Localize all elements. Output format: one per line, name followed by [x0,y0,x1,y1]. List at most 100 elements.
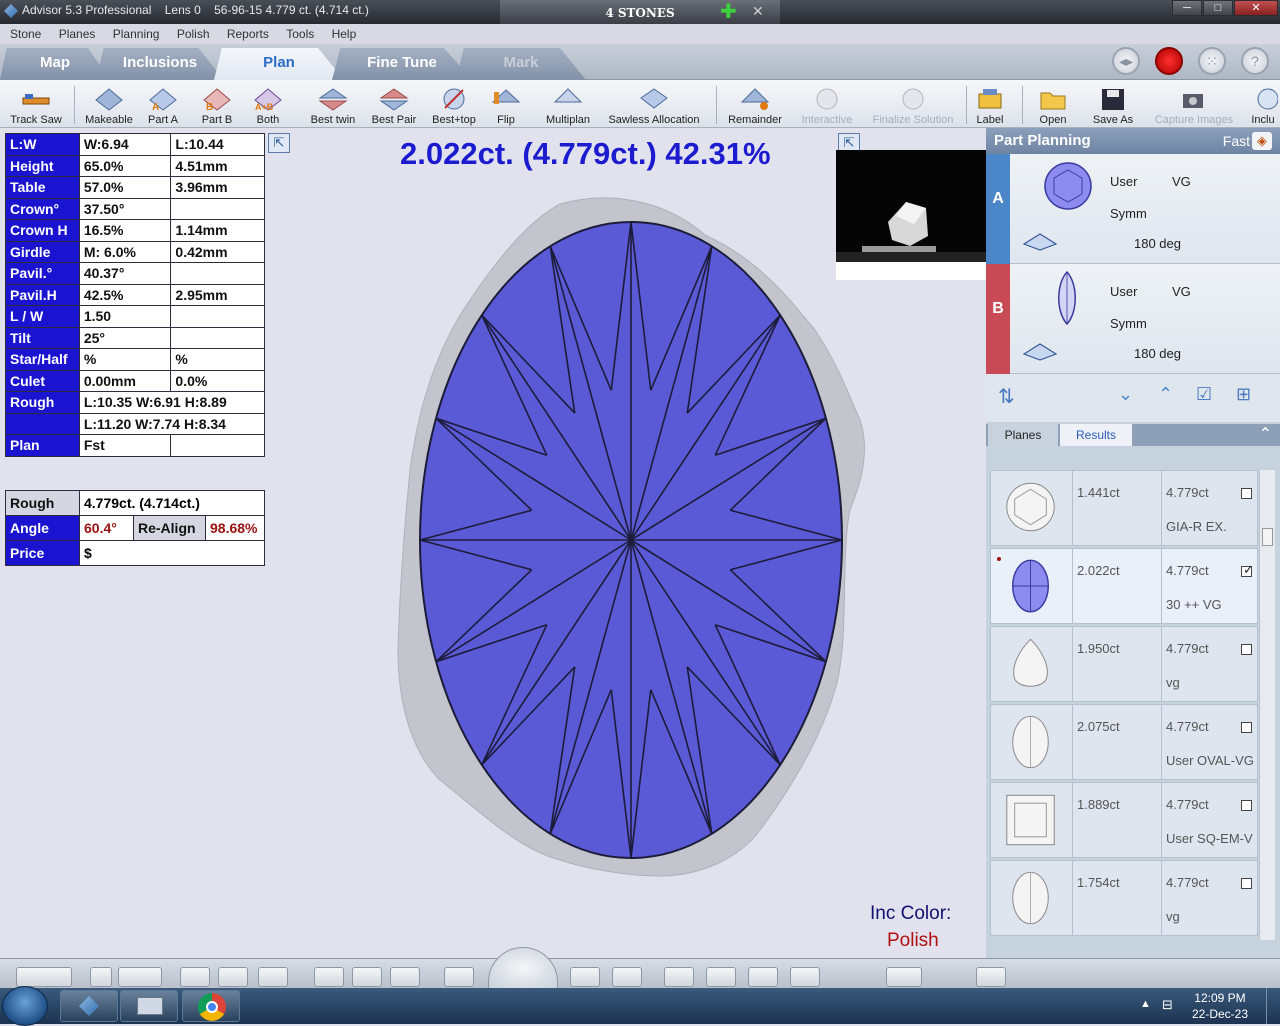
navigate-icon[interactable]: ◂▸ [1112,47,1140,75]
finalize-solution-button[interactable]: Finalize Solution [864,80,962,128]
best-twin-button[interactable]: Best twin [304,80,362,128]
part-b-row[interactable]: B User VG Symm 180 deg [986,264,1280,374]
network-icon[interactable]: ⊟ [1162,997,1173,1013]
result-checkbox[interactable] [1241,722,1252,733]
param-key [5,412,80,435]
checklist-icon[interactable]: ☑ [1196,384,1212,405]
track-saw-button[interactable]: Track Saw [2,80,70,128]
capture-images-button[interactable]: Capture Images [1146,80,1242,128]
save-as-button[interactable]: Save As [1088,80,1138,128]
flip-button[interactable]: Flip [486,80,526,128]
menu-planes[interactable]: Planes [59,24,96,44]
render-1-icon[interactable] [664,967,694,987]
tab-mark[interactable]: Mark [456,48,586,80]
result-item[interactable]: 1.754ct 4.779ct vg [990,860,1258,936]
start-button[interactable] [2,986,48,1026]
menu-planning[interactable]: Planning [113,24,160,44]
part-b-button[interactable]: B Part B [194,80,240,128]
results-scrollbar[interactable] [1259,470,1275,940]
inclusions-button[interactable]: Inclu [1246,80,1280,128]
result-checkbox[interactable] [1241,488,1252,499]
grid-settings-icon[interactable]: ⁙ [1198,47,1226,75]
chevron-down-icon[interactable]: ⌄ [1118,384,1133,405]
minimize-button[interactable]: ─ [1172,0,1202,16]
system-clock[interactable]: 12:09 PM 22-Dec-23 [1192,990,1248,1022]
part-a-row[interactable]: A User VG Symm 180 deg [986,154,1280,264]
result-checkbox[interactable] [1241,644,1252,655]
record-button[interactable] [1155,47,1183,75]
param-value: 1.50 [78,305,172,328]
collapse-icon[interactable]: ⌃ [1259,424,1272,446]
sort-az-icon[interactable]: ⇅ [998,384,1015,409]
taskbar-chrome-icon[interactable] [182,990,240,1022]
part-a-button[interactable]: A Part A [140,80,186,128]
stone-view-button[interactable] [16,967,72,987]
add-stone-icon[interactable]: ✚ [720,2,737,22]
result-checkbox[interactable]: ✓ [1241,562,1254,577]
taskbar-advisor-icon[interactable] [60,990,118,1022]
help-icon[interactable]: ? [1241,47,1269,75]
result-item[interactable]: 1.950ct 4.779ct vg [990,626,1258,702]
price-label: Price [5,540,80,566]
planning-mode[interactable]: Fast [1223,128,1250,154]
result-item[interactable]: 1.889ct 4.779ct User SQ-EM-V [990,782,1258,858]
tab-inclusions[interactable]: Inclusions [96,48,224,80]
popout-icon[interactable]: ⇱ [268,133,290,153]
best-top-button[interactable]: Best+top [426,80,482,128]
tab-plan[interactable]: Plan [214,48,344,80]
stone-view[interactable] [396,190,872,880]
menu-stone[interactable]: Stone [10,24,41,44]
taskbar-remote-icon[interactable] [120,990,178,1022]
render-4-icon[interactable] [790,967,820,987]
home-view-icon[interactable] [976,967,1006,987]
result-item[interactable]: 2.075ct 4.779ct User OVAL-VG [990,704,1258,780]
shape-view-1-icon[interactable] [314,967,344,987]
fast-mode-icon[interactable]: ◈ [1252,132,1272,150]
interactive-button[interactable]: Interactive [794,80,860,128]
maximize-button[interactable]: □ [1203,0,1233,16]
menu-reports[interactable]: Reports [227,24,269,44]
menu-help[interactable]: Help [332,24,357,44]
close-window-button[interactable]: ✕ [1234,0,1278,16]
expand-grid-icon[interactable]: ⊞ [1236,384,1251,405]
result-item[interactable]: 1.441ct 4.779ct GIA-R EX. [990,470,1258,546]
reset-view-icon[interactable] [886,967,922,987]
tab-planes[interactable]: Planes [988,424,1058,446]
shape-view-2-icon[interactable] [352,967,382,987]
round-view-icon[interactable] [180,967,210,987]
top-view-icon[interactable] [258,967,288,987]
result-checkbox[interactable] [1241,878,1252,889]
tab-results[interactable]: Results [1060,424,1132,446]
tab-map[interactable]: Map [0,48,110,80]
multiplan-button[interactable]: Multiplan [540,80,596,128]
label-button[interactable]: Label [970,80,1010,128]
result-checkbox[interactable] [1241,800,1252,811]
side-view-icon[interactable] [218,967,248,987]
render-3-icon[interactable] [748,967,778,987]
makeable-icon [95,88,123,111]
chevron-up-icon[interactable]: ⌃ [1158,384,1173,405]
shape-view-3-icon[interactable] [390,967,420,987]
zoom-in-icon[interactable] [570,967,600,987]
show-desktop-button[interactable] [1266,988,1280,1024]
tray-arrow-icon[interactable]: ▲ [1140,998,1151,1010]
rotation-dial-icon[interactable] [488,947,558,989]
best-pair-button[interactable]: Best Pair [366,80,422,128]
tab-fine-tune[interactable]: Fine Tune [332,48,472,80]
inclusion-icon [1257,88,1278,110]
result-item[interactable]: 2.022ct 4.779ct 30 ++ VG ✓ [990,548,1258,624]
makeable-button[interactable]: Makeable [78,80,140,128]
open-button[interactable]: Open [1032,80,1074,128]
sawless-allocation-button[interactable]: Sawless Allocation [600,80,708,128]
slider-control[interactable] [118,967,162,987]
close-stone-icon[interactable]: ✕ [752,3,764,20]
both-button[interactable]: A+B Both [248,80,288,128]
brightness-icon[interactable] [90,967,112,987]
menu-polish[interactable]: Polish [177,24,210,44]
render-2-icon[interactable] [706,967,736,987]
menu-tools[interactable]: Tools [286,24,314,44]
remainder-button[interactable]: Remainder [722,80,788,128]
measure-icon[interactable] [444,967,474,987]
scrollbar-thumb[interactable] [1262,528,1273,546]
zoom-box-icon[interactable] [612,967,642,987]
